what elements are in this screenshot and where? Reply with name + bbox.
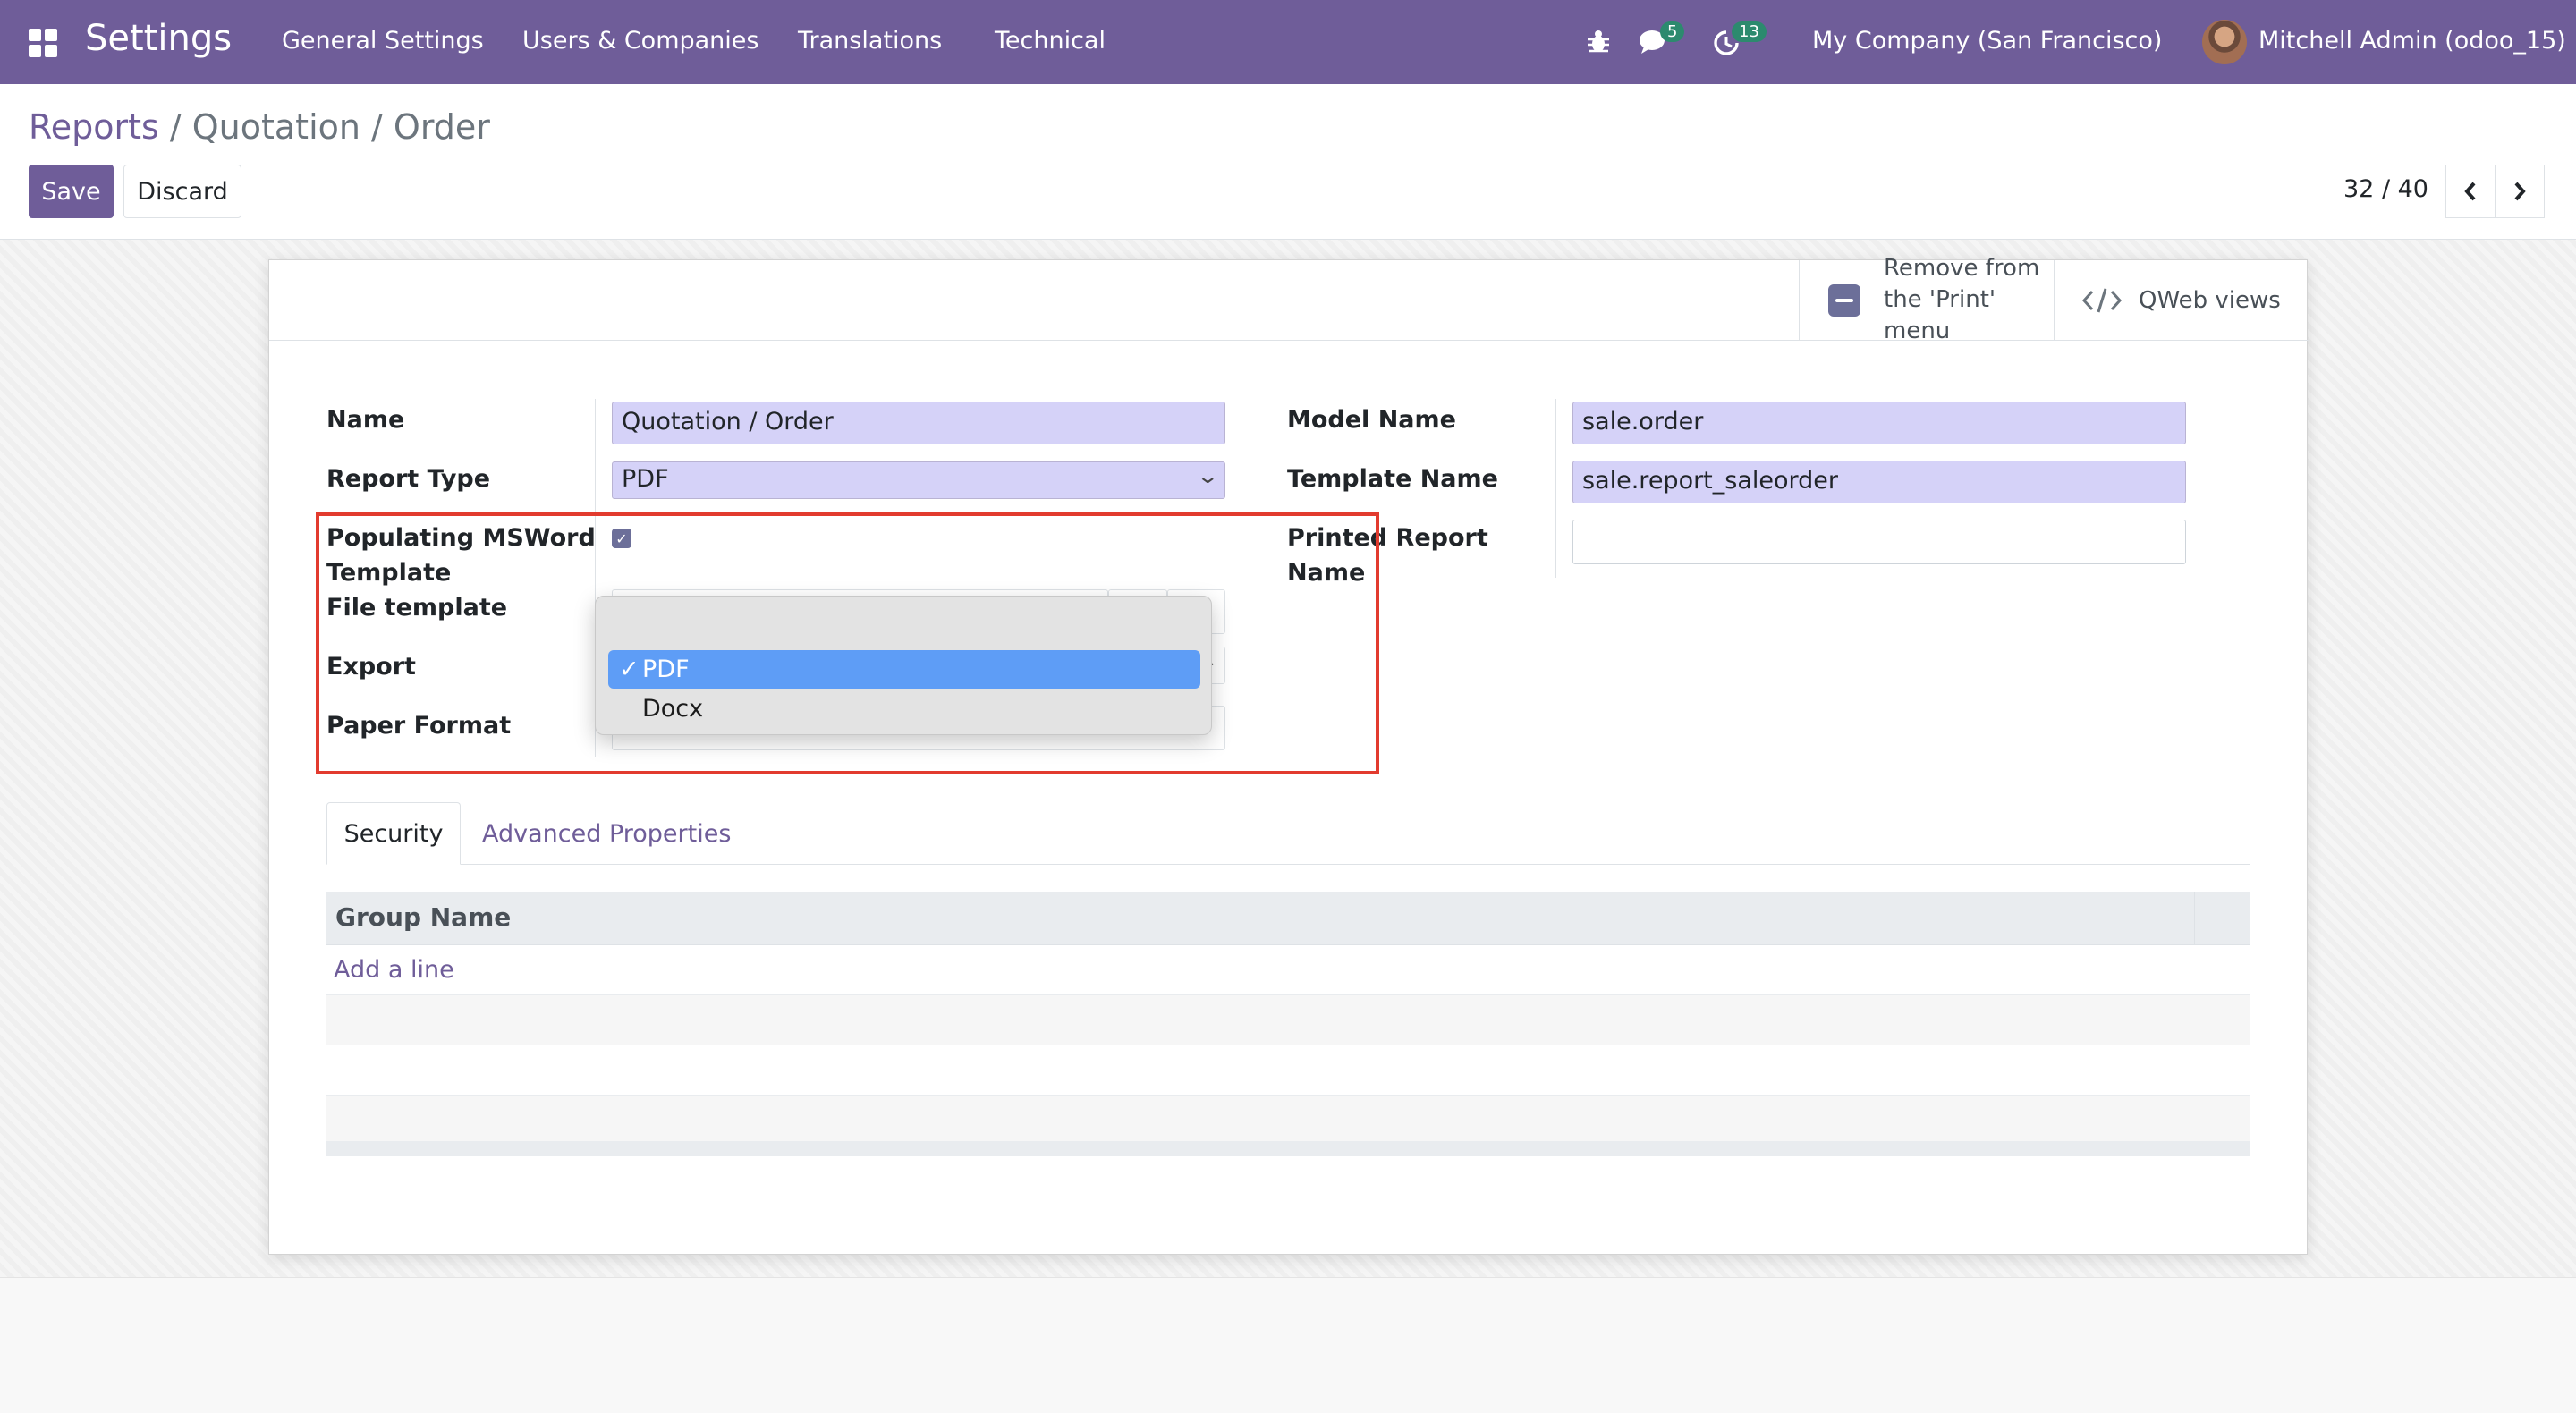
template-name-field[interactable]: sale.report_saleorder	[1572, 461, 2186, 503]
debug-bug-icon[interactable]	[1585, 27, 1612, 55]
messages-count-badge: 5	[1660, 21, 1685, 42]
table-row	[326, 1096, 2250, 1142]
app-title[interactable]: Settings	[85, 18, 232, 59]
apps-menu-icon[interactable]	[29, 29, 57, 57]
menu-technical[interactable]: Technical	[995, 27, 1106, 55]
chevron-down-icon: ⌄	[1195, 466, 1219, 488]
groups-table-header: Group Name	[326, 892, 2250, 945]
table-row: Add a line	[326, 945, 2250, 995]
company-switcher[interactable]: My Company (San Francisco)	[1812, 27, 2162, 55]
tab-advanced-properties[interactable]: Advanced Properties	[482, 802, 731, 865]
export-option-pdf-label: PDF	[642, 656, 690, 683]
right-group-divider	[1555, 399, 1556, 578]
pager-next-button[interactable]	[2495, 165, 2545, 218]
breadcrumb-reports-link[interactable]: Reports	[29, 107, 159, 147]
pager-value[interactable]: 32 / 40	[2343, 175, 2428, 203]
table-row	[326, 1045, 2250, 1096]
chevron-left-icon	[2464, 182, 2476, 201]
menu-users-companies[interactable]: Users & Companies	[522, 27, 758, 55]
export-option-docx-label: Docx	[642, 695, 704, 723]
save-button[interactable]: Save	[29, 165, 114, 218]
template-name-label: Template Name	[1287, 465, 1498, 493]
table-row	[326, 995, 2250, 1045]
pager-previous-button[interactable]	[2445, 165, 2496, 218]
export-dropdown-menu: ✓ PDF Docx	[595, 596, 1212, 735]
qweb-views-label: QWeb views	[2139, 286, 2281, 314]
optional-columns-header	[2194, 892, 2250, 945]
top-navbar: Settings General Settings Users & Compan…	[0, 0, 2576, 84]
remove-from-print-menu-button[interactable]: Remove from the 'Print' menu	[1799, 255, 2054, 344]
remove-print-label-2: the 'Print'	[1884, 285, 1996, 313]
model-name-label: Model Name	[1287, 406, 1456, 434]
discard-button[interactable]: Discard	[123, 165, 242, 218]
user-menu[interactable]: Mitchell Admin (odoo_15)	[2258, 27, 2566, 55]
groups-table-footer	[326, 1142, 2250, 1156]
menu-translations[interactable]: Translations	[798, 27, 942, 55]
name-field[interactable]: Quotation / Order	[612, 402, 1225, 444]
report-type-label: Report Type	[326, 465, 491, 493]
user-avatar[interactable]	[2202, 20, 2247, 64]
activities-count-badge: 13	[1732, 21, 1767, 42]
model-name-field[interactable]: sale.order	[1572, 402, 2186, 444]
breadcrumb-current: / Quotation / Order	[169, 107, 490, 147]
button-box: Remove from the 'Print' menu QWeb views	[269, 255, 2309, 344]
name-label: Name	[326, 406, 405, 434]
form-footer-area	[0, 1277, 2576, 1413]
remove-print-label-1: Remove from	[1884, 254, 2040, 282]
export-option-pdf[interactable]: ✓ PDF	[608, 650, 1200, 689]
add-a-line-link[interactable]: Add a line	[334, 956, 454, 984]
qweb-views-button[interactable]: QWeb views	[2054, 260, 2309, 341]
chevron-right-icon	[2514, 182, 2526, 201]
group-name-column-header[interactable]: Group Name	[335, 902, 511, 932]
menu-general-settings[interactable]: General Settings	[282, 27, 484, 55]
remove-print-label-3: menu	[1884, 317, 1951, 344]
report-type-select[interactable]: PDF ⌄	[612, 461, 1225, 499]
code-icon	[2081, 288, 2123, 313]
tab-security[interactable]: Security	[326, 802, 461, 865]
control-panel: Reports / Quotation / Order Save Discard…	[0, 84, 2576, 240]
breadcrumb: Reports / Quotation / Order	[29, 107, 490, 147]
printed-report-name-field[interactable]	[1572, 520, 2186, 564]
export-option-docx[interactable]: Docx	[608, 690, 1200, 728]
notebook-tabs: Security Advanced Properties	[326, 802, 2250, 865]
remove-minus-icon	[1828, 284, 1860, 317]
checkmark-icon: ✓	[619, 656, 640, 683]
report-type-value: PDF	[622, 465, 669, 493]
